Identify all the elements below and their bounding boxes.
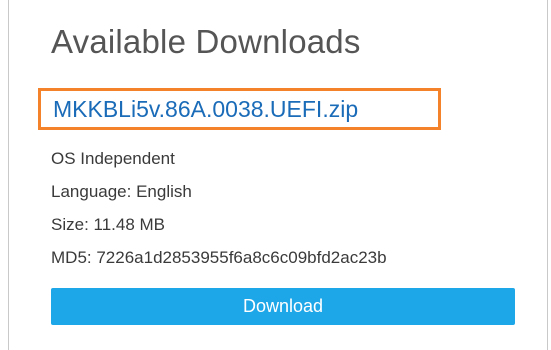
md5-info: MD5: 7226a1d2853955f6a8c6c09bfd2ac23b xyxy=(51,248,387,267)
download-button[interactable]: Download xyxy=(51,288,515,325)
section-title: Available Downloads xyxy=(51,23,361,60)
os-info: OS Independent xyxy=(51,149,175,168)
file-name-link[interactable]: MKKBLi5v.86A.0038.UEFI.zip xyxy=(53,94,358,124)
size-info: Size: 11.48 MB xyxy=(51,215,166,234)
language-info: Language: English xyxy=(51,182,192,201)
